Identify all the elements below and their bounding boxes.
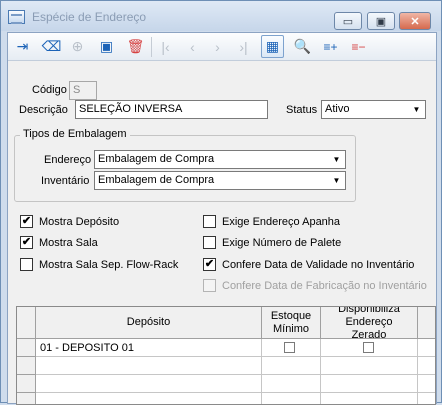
- eraser-icon[interactable]: ⌫: [40, 35, 63, 58]
- status-select[interactable]: Ativo ▼: [321, 100, 426, 119]
- row-indicator[interactable]: [17, 375, 36, 393]
- descricao-field[interactable]: SELEÇÃO INVERSA: [75, 100, 268, 119]
- endereco-value: Embalagem de Compra: [98, 153, 215, 165]
- row-indicator[interactable]: [17, 393, 36, 404]
- column-header-deposito[interactable]: Depósito: [36, 307, 262, 339]
- grid-header-filler: [418, 307, 435, 339]
- table-cell-filler: [418, 375, 435, 393]
- table-cell-estoque-minimo[interactable]: [262, 339, 321, 357]
- table-cell-empty[interactable]: [321, 393, 418, 404]
- exige-numero-palete-checkbox[interactable]: Exige Número de Palete: [203, 236, 341, 249]
- table-cell-empty[interactable]: [36, 393, 262, 404]
- exige-endereco-apanha-label: Exige Endereço Apanha: [222, 215, 341, 228]
- confere-data-validade-checkbox[interactable]: ✔ Confere Data de Validade no Inventário: [203, 258, 414, 271]
- app-icon: [8, 10, 25, 24]
- confere-data-fabricacao-label: Confere Data de Fabricação no Inventário: [222, 279, 427, 292]
- confere-data-validade-label: Confere Data de Validade no Inventário: [222, 258, 415, 271]
- table-cell-filler: [418, 339, 435, 357]
- table-cell-empty[interactable]: [321, 375, 418, 393]
- last-record-icon[interactable]: ›|: [232, 35, 255, 58]
- check-icon: ✔: [203, 258, 216, 271]
- add-icon[interactable]: ⊕: [66, 35, 89, 58]
- application-window: Espécie de Endereço ▭ ▣ ✕ ⇥ ⌫ ⊕ ▣ 🗑 |‹ ‹…: [0, 0, 442, 405]
- tipos-embalagem-title: Tipos de Embalagem: [20, 128, 130, 140]
- mostra-deposito-label: Mostra Depósito: [39, 215, 120, 228]
- checkbox-empty: [203, 236, 216, 249]
- search-icon[interactable]: 🔍: [291, 35, 314, 58]
- mostra-deposito-checkbox[interactable]: ✔ Mostra Depósito: [20, 215, 119, 228]
- check-icon: ✔: [20, 215, 33, 228]
- table-cell-empty[interactable]: [262, 393, 321, 404]
- mostra-sala-label: Mostra Sala: [39, 236, 98, 249]
- remove-row-icon[interactable]: ≡−: [347, 35, 370, 58]
- table-cell-filler: [418, 393, 435, 404]
- column-header-disponibiliza[interactable]: Disponibiliza Endereço Zerado: [321, 307, 418, 341]
- grid-view-icon[interactable]: ▦: [261, 35, 284, 58]
- codigo-label: Código: [32, 84, 67, 96]
- grid-corner: [17, 307, 36, 339]
- toolbar-separator: [151, 37, 152, 57]
- exit-icon[interactable]: ⇥: [11, 35, 34, 58]
- endereco-select[interactable]: Embalagem de Compra ▼: [94, 150, 346, 169]
- table-cell-empty[interactable]: [36, 375, 262, 393]
- checkbox-empty: [203, 279, 216, 292]
- confere-data-fabricacao-checkbox[interactable]: Confere Data de Fabricação no Inventário: [203, 279, 427, 292]
- exige-endereco-apanha-checkbox[interactable]: Exige Endereço Apanha: [203, 215, 340, 228]
- window-title: Espécie de Endereço: [32, 10, 147, 24]
- row-indicator[interactable]: [17, 357, 36, 375]
- table-cell-empty[interactable]: [36, 357, 262, 375]
- chevron-down-icon: ▼: [332, 176, 341, 185]
- checkbox-empty: [363, 342, 374, 353]
- table-cell-deposito[interactable]: 01 - DEPOSITO 01: [36, 339, 262, 357]
- inventario-select[interactable]: Embalagem de Compra ▼: [94, 171, 346, 190]
- mostra-sala-sep-checkbox[interactable]: Mostra Sala Sep. Flow-Rack: [20, 258, 178, 271]
- chevron-down-icon: ▼: [412, 105, 421, 114]
- codigo-field[interactable]: S: [69, 81, 97, 100]
- minimize-button[interactable]: ▭: [334, 12, 362, 30]
- inventario-label: Inventário: [41, 175, 90, 187]
- table-cell-empty[interactable]: [262, 357, 321, 375]
- next-record-icon[interactable]: ›: [206, 35, 229, 58]
- first-record-icon[interactable]: |‹: [154, 35, 177, 58]
- mostra-sala-sep-label: Mostra Sala Sep. Flow-Rack: [39, 258, 179, 271]
- close-button[interactable]: ✕: [399, 12, 431, 30]
- previous-record-icon[interactable]: ‹: [181, 35, 204, 58]
- toolbar: ⇥ ⌫ ⊕ ▣ 🗑 |‹ ‹ › ›| ▦ 🔍 ≡+ ≡−: [8, 33, 436, 61]
- table-cell-disponibiliza[interactable]: [321, 339, 418, 357]
- endereco-label: Endereço: [44, 154, 92, 166]
- checkbox-empty: [284, 342, 295, 353]
- deposito-grid[interactable]: Depósito Estoque Mínimo Disponibiliza En…: [16, 306, 436, 405]
- status-value: Ativo: [325, 103, 350, 115]
- maximize-button[interactable]: ▣: [367, 12, 395, 30]
- title-bar[interactable]: Espécie de Endereço ▭ ▣ ✕: [1, 1, 441, 31]
- save-icon[interactable]: ▣: [95, 35, 118, 58]
- delete-icon[interactable]: 🗑: [124, 35, 147, 58]
- mostra-sala-checkbox[interactable]: ✔ Mostra Sala: [20, 236, 98, 249]
- chevron-down-icon: ▼: [332, 155, 341, 164]
- row-indicator[interactable]: [17, 339, 36, 357]
- inventario-value: Embalagem de Compra: [98, 174, 215, 186]
- exige-numero-palete-label: Exige Número de Palete: [222, 236, 342, 249]
- form-body: ⇥ ⌫ ⊕ ▣ 🗑 |‹ ‹ › ›| ▦ 🔍 ≡+ ≡− Código S D…: [7, 32, 437, 405]
- descricao-label: Descrição: [19, 104, 68, 116]
- table-cell-empty[interactable]: [321, 357, 418, 375]
- checkbox-empty: [203, 215, 216, 228]
- column-header-estoque-minimo[interactable]: Estoque Mínimo: [262, 307, 321, 339]
- checkbox-empty: [20, 258, 33, 271]
- table-cell-empty[interactable]: [262, 375, 321, 393]
- check-icon: ✔: [20, 236, 33, 249]
- add-row-icon[interactable]: ≡+: [319, 35, 342, 58]
- status-label: Status: [286, 104, 318, 116]
- table-cell-filler: [418, 357, 435, 375]
